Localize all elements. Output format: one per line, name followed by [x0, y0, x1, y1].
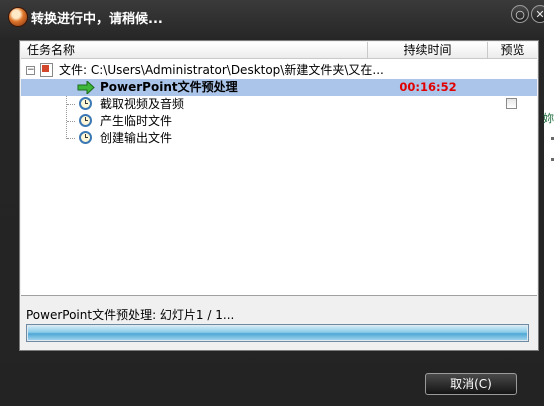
task-panel: 任务名称 持续时间 预览 − 文件: C:\Users\Administrato… [19, 40, 539, 351]
task-row[interactable]: 截取视频及音频 [21, 96, 537, 113]
progress-bar [26, 324, 529, 342]
background-window [544, 0, 557, 406]
task-tree: 任务名称 持续时间 预览 − 文件: C:\Users\Administrato… [21, 42, 537, 296]
alarm-clock-icon [79, 114, 92, 127]
background-dot [551, 137, 554, 140]
background-dot [551, 158, 554, 161]
task-row-active[interactable]: PowerPoint文件预处理 00:16:52 [21, 79, 537, 96]
task-label: 截取视频及音频 [100, 97, 185, 111]
minimize-button[interactable]: ○ [511, 5, 529, 23]
cancel-button[interactable]: 取消(C) [425, 373, 517, 395]
background-window-text: 妳 [543, 112, 554, 125]
preview-checkbox[interactable] [506, 98, 517, 109]
title-bar[interactable]: 转换进行中，请稍候... ○ ✕ [0, 0, 549, 36]
collapse-toggle[interactable]: − [26, 66, 35, 75]
file-row[interactable]: − 文件: C:\Users\Administrator\Desktop\新建文… [21, 62, 537, 79]
task-row[interactable]: 创建输出文件 [21, 130, 537, 147]
column-header-name[interactable]: 任务名称 [21, 42, 368, 59]
powerpoint-file-icon [40, 63, 53, 77]
task-label: PowerPoint文件预处理 [100, 80, 238, 94]
task-label: 产生临时文件 [100, 114, 173, 128]
alarm-clock-icon [79, 131, 92, 144]
dialog-title: 转换进行中，请稍候... [31, 12, 163, 27]
file-path: 文件: C:\Users\Administrator\Desktop\新建文件夹… [59, 63, 384, 77]
column-header-preview[interactable]: 预览 [488, 42, 537, 59]
column-header-duration[interactable]: 持续时间 [368, 42, 488, 59]
progress-fill [28, 326, 527, 340]
app-logo-icon [8, 7, 28, 27]
green-arrow-icon [77, 81, 95, 94]
status-text: PowerPoint文件预处理: 幻灯片1 / 1... [26, 308, 235, 322]
task-duration: 00:16:52 [399, 80, 457, 94]
conversion-progress-dialog: 转换进行中，请稍候... ○ ✕ 任务名称 持续时间 预览 − 文件: C:\U… [0, 0, 549, 406]
alarm-clock-icon [79, 97, 92, 110]
task-label: 创建输出文件 [100, 131, 173, 145]
task-row[interactable]: 产生临时文件 [21, 113, 537, 130]
